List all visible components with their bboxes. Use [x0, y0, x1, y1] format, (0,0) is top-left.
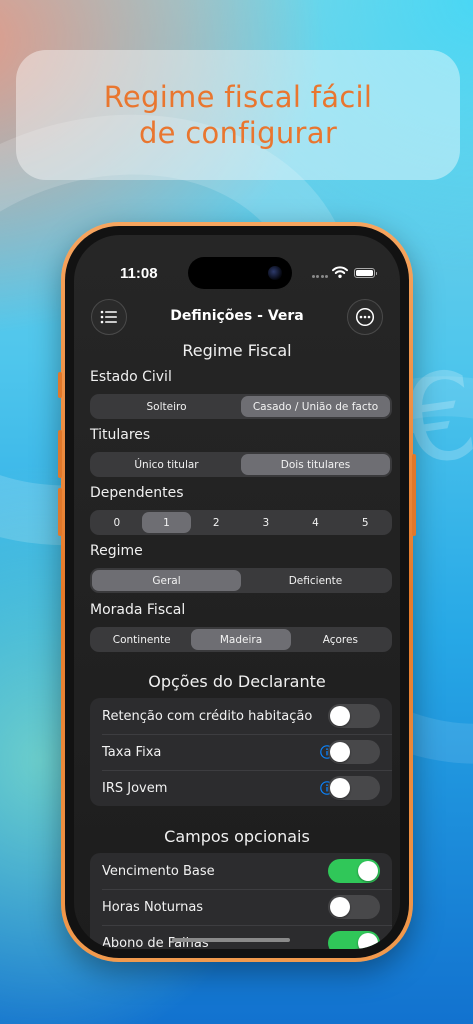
label-estado-civil: Estado Civil — [90, 369, 172, 385]
section-title-opcoes-declarante: Opções do Declarante — [148, 672, 326, 691]
segment-madeira[interactable]: Madeira — [191, 629, 291, 650]
toggle-vencimento-base[interactable] — [328, 859, 380, 883]
row-abono-de-falhas: Abono de Falhas — [90, 925, 392, 949]
segmented-titulares: Único titular Dois titulares — [90, 452, 392, 477]
volume-down-button — [58, 488, 62, 536]
segmented-dependentes: 0 1 2 3 4 5 — [90, 510, 392, 535]
segmented-morada-fiscal: Continente Madeira Açores — [90, 627, 392, 652]
mute-switch — [58, 372, 62, 398]
power-button — [412, 454, 416, 536]
home-indicator[interactable] — [172, 938, 290, 942]
navigation-bar: Definições - Vera — [74, 297, 400, 337]
row-label: Vencimento Base — [102, 863, 215, 879]
phone-frame: 11:08 Definições - Vera Regime Fiscal Es… — [58, 222, 416, 962]
segmented-estado-civil: Solteiro Casado / União de facto — [90, 394, 392, 419]
battery-icon — [354, 268, 377, 278]
segment-deficiente[interactable]: Deficiente — [241, 570, 390, 591]
row-taxa-fixa: Taxa Fixa — [90, 734, 392, 770]
segment-dependentes-1[interactable]: 1 — [141, 512, 192, 533]
segment-solteiro[interactable]: Solteiro — [92, 396, 241, 417]
label-dependentes: Dependentes — [90, 485, 184, 501]
segment-dependentes-0[interactable]: 0 — [92, 512, 142, 533]
banner-line-1: Regime fiscal fácil — [103, 80, 373, 114]
segment-dependentes-5[interactable]: 5 — [340, 512, 390, 533]
camera-icon — [268, 266, 282, 280]
toggle-irs-jovem[interactable] — [328, 776, 380, 800]
more-options-button[interactable] — [347, 299, 383, 335]
segment-dois-titulares[interactable]: Dois titulares — [241, 454, 390, 475]
segment-dependentes-4[interactable]: 4 — [291, 512, 341, 533]
row-vencimento-base: Vencimento Base — [90, 853, 392, 889]
segment-unico-titular[interactable]: Único titular — [92, 454, 241, 475]
card-campos-opcionais: Vencimento Base Horas Noturnas Abono de … — [90, 853, 392, 949]
row-label: Retenção com crédito habitação — [102, 708, 313, 724]
segmented-regime: Geral Deficiente — [90, 568, 392, 593]
toggle-taxa-fixa[interactable] — [328, 740, 380, 764]
section-title-campos-opcionais: Campos opcionais — [164, 827, 310, 846]
wifi-icon — [332, 266, 348, 278]
app-screen: 11:08 Definições - Vera Regime Fiscal Es… — [74, 235, 400, 949]
segment-acores[interactable]: Açores — [291, 629, 390, 650]
section-title-regime-fiscal: Regime Fiscal — [182, 341, 292, 360]
toggle-retencao-credito-habitacao[interactable] — [328, 704, 380, 728]
volume-up-button — [58, 430, 62, 478]
row-horas-noturnas: Horas Noturnas — [90, 889, 392, 925]
segment-continente[interactable]: Continente — [92, 629, 191, 650]
signal-dots-icon — [312, 275, 328, 278]
label-regime: Regime — [90, 543, 143, 559]
label-morada-fiscal: Morada Fiscal — [90, 602, 186, 618]
row-irs-jovem: IRS Jovem — [90, 770, 392, 806]
banner-line-2: de configurar — [138, 116, 338, 150]
segment-dependentes-2[interactable]: 2 — [191, 512, 241, 533]
toggle-abono-de-falhas[interactable] — [328, 931, 380, 949]
segment-geral[interactable]: Geral — [92, 570, 241, 591]
toggle-horas-noturnas[interactable] — [328, 895, 380, 919]
card-opcoes-declarante: Retenção com crédito habitação Taxa Fixa… — [90, 698, 392, 806]
row-retencao-credito-habitacao: Retenção com crédito habitação — [90, 698, 392, 734]
status-time: 11:08 — [120, 265, 158, 282]
dynamic-island — [188, 257, 292, 289]
promo-banner: Regime fiscal fácil de configurar — [16, 50, 460, 180]
status-bar: 11:08 — [74, 235, 400, 293]
row-label: Taxa Fixa — [102, 744, 162, 760]
row-label: Horas Noturnas — [102, 899, 204, 915]
label-titulares: Titulares — [90, 427, 151, 443]
ellipsis-circle-icon — [355, 307, 375, 327]
row-label: IRS Jovem — [102, 780, 168, 796]
segment-dependentes-3[interactable]: 3 — [241, 512, 291, 533]
segment-casado[interactable]: Casado / União de facto — [241, 396, 390, 417]
